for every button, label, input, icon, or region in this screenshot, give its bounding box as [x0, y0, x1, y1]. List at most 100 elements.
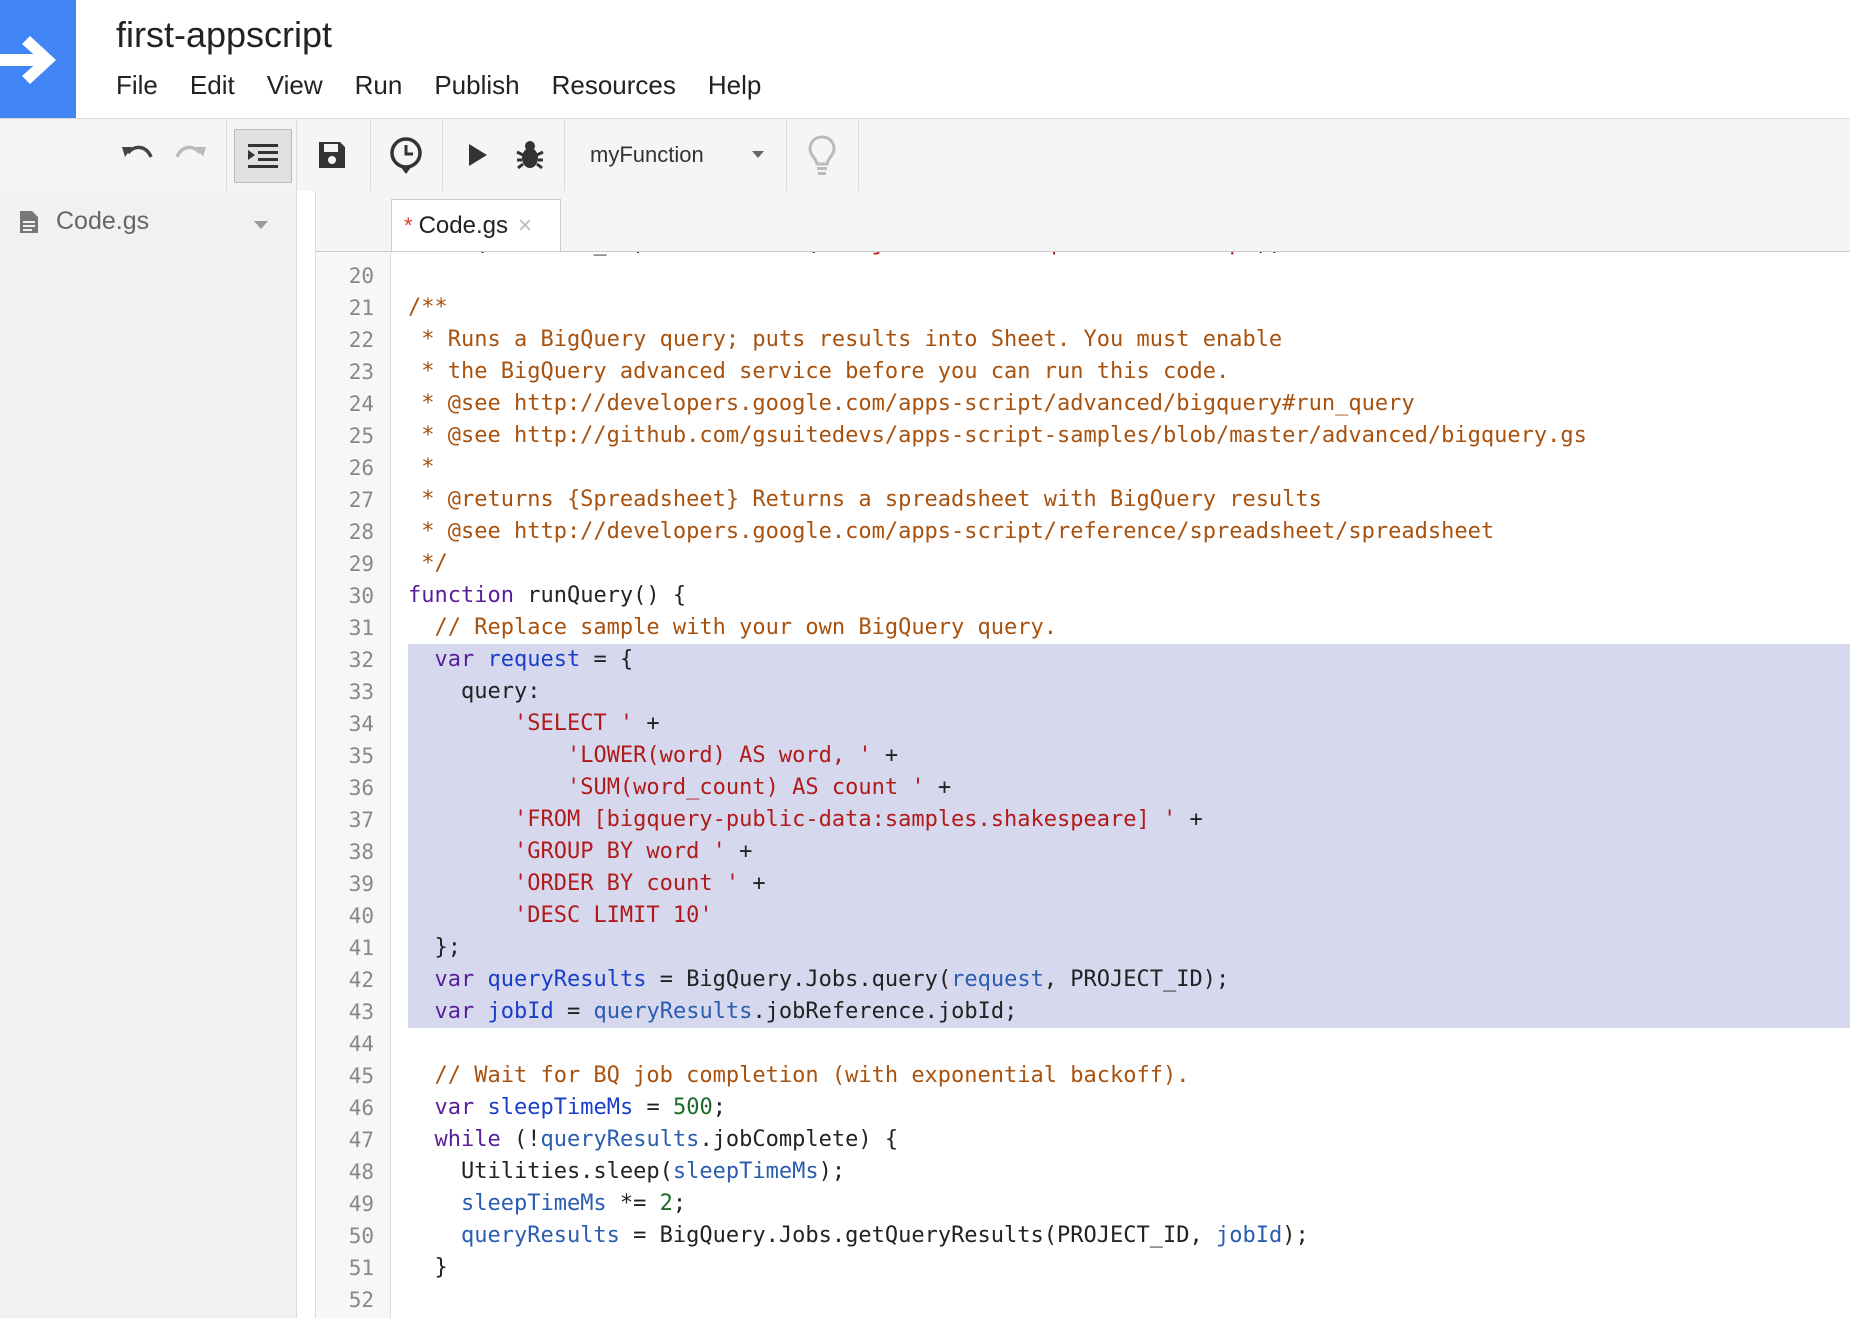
apps-script-logo[interactable]: [0, 0, 76, 118]
line-code: 'ORDER BY count ' +: [513, 871, 766, 896]
code-line[interactable]: 51 }: [316, 1252, 1850, 1284]
redo-icon: [175, 145, 206, 158]
menu-view[interactable]: View: [267, 70, 323, 101]
code-line[interactable]: 45 // Wait for BQ job completion (with e…: [316, 1060, 1850, 1092]
menu-file[interactable]: File: [116, 70, 158, 101]
file-menu-chevron-icon[interactable]: [254, 221, 268, 229]
line-code: 'FROM [bigquery-public-data:samples.shak…: [513, 807, 1203, 832]
code-line[interactable]: 19 if (!PROJECT_ID) throw Error('Project…: [316, 252, 1850, 260]
code-line[interactable]: 35 'LOWER(word) AS word, ' +: [316, 740, 1850, 772]
code-line[interactable]: 23 * the BigQuery advanced service befor…: [316, 356, 1850, 388]
menu-publish[interactable]: Publish: [434, 70, 519, 101]
save-button[interactable]: [304, 119, 360, 191]
file-list-item[interactable]: Code.gs: [18, 207, 268, 236]
line-number: 26: [348, 456, 374, 480]
line-number: 30: [348, 584, 374, 608]
code-lines: 19 if (!PROJECT_ID) throw Error('Project…: [316, 252, 1850, 1316]
chevron-down-icon: [752, 151, 764, 158]
code-line[interactable]: 24 * @see http://developers.google.com/a…: [316, 388, 1850, 420]
code-line[interactable]: 28 * @see http://developers.google.com/a…: [316, 516, 1850, 548]
line-code: * the BigQuery advanced service before y…: [408, 359, 1230, 384]
indent-button[interactable]: [234, 129, 292, 183]
menu-edit[interactable]: Edit: [190, 70, 235, 101]
lightbulb-icon: [808, 135, 836, 175]
bug-icon: [516, 141, 544, 170]
line-code: var queryResults = BigQuery.Jobs.query(r…: [434, 967, 1230, 992]
code-line[interactable]: 46 var sleepTimeMs = 500;: [316, 1092, 1850, 1124]
code-line[interactable]: 42 var queryResults = BigQuery.Jobs.quer…: [316, 964, 1850, 996]
function-select[interactable]: myFunction: [566, 119, 786, 191]
code-line[interactable]: 22 * Runs a BigQuery query; puts results…: [316, 324, 1850, 356]
code-line[interactable]: 31 // Replace sample with your own BigQu…: [316, 612, 1850, 644]
tab-label: Code.gs: [418, 211, 508, 239]
line-code: /**: [408, 295, 448, 320]
code-line[interactable]: 48 Utilities.sleep(sleepTimeMs);: [316, 1156, 1850, 1188]
code-line[interactable]: 20: [316, 260, 1850, 292]
line-number: 40: [348, 904, 374, 928]
file-sidebar: Code.gs: [0, 191, 297, 1318]
line-number: 19: [316, 252, 374, 260]
code-line[interactable]: 26 *: [316, 452, 1850, 484]
code-line[interactable]: 36 'SUM(word_count) AS count ' +: [316, 772, 1850, 804]
menu-run[interactable]: Run: [355, 70, 403, 101]
code-line[interactable]: 25 * @see http://github.com/gsuitedevs/a…: [316, 420, 1850, 452]
menu-help[interactable]: Help: [708, 70, 761, 101]
code-line[interactable]: 50 queryResults = BigQuery.Jobs.getQuery…: [316, 1220, 1850, 1252]
toolbar: myFunction: [0, 118, 1850, 192]
line-number: 28: [348, 520, 374, 544]
line-number: 51: [348, 1256, 374, 1280]
code-line[interactable]: 39 'ORDER BY count ' +: [316, 868, 1850, 900]
code-line[interactable]: 52: [316, 1284, 1850, 1316]
indent-icon: [248, 144, 278, 168]
project-title[interactable]: first-appscript: [116, 14, 332, 56]
code-line[interactable]: 49 sleepTimeMs *= 2;: [316, 1188, 1850, 1220]
code-line[interactable]: 37 'FROM [bigquery-public-data:samples.s…: [316, 804, 1850, 836]
file-name: Code.gs: [56, 207, 150, 235]
line-code: // Replace sample with your own BigQuery…: [408, 615, 1058, 640]
line-code: while (!queryResults.jobComplete) {: [434, 1127, 899, 1152]
code-line[interactable]: 29 */: [316, 548, 1850, 580]
line-number: 33: [348, 680, 374, 704]
line-number: 45: [348, 1064, 374, 1088]
code-line[interactable]: 33 query:: [316, 676, 1850, 708]
menu-resources[interactable]: Resources: [552, 70, 676, 101]
code-line[interactable]: 32 var request = {: [316, 644, 1850, 676]
code-line[interactable]: 34 'SELECT ' +: [316, 708, 1850, 740]
code-line[interactable]: 47 while (!queryResults.jobComplete) {: [316, 1124, 1850, 1156]
run-button[interactable]: [456, 119, 500, 191]
undo-icon: [122, 145, 153, 158]
line-code: * @see http://developers.google.com/apps…: [408, 391, 1415, 416]
function-select-value: myFunction: [590, 142, 704, 167]
line-code: 'SUM(word_count) AS count ' +: [566, 775, 952, 800]
line-number: 46: [348, 1096, 374, 1120]
triggers-button[interactable]: [378, 119, 434, 191]
code-line[interactable]: 40 'DESC LIMIT 10': [316, 900, 1850, 932]
arrow-right-icon: [0, 36, 56, 84]
code-line[interactable]: 44: [316, 1028, 1850, 1060]
code-line[interactable]: 21 /**: [316, 292, 1850, 324]
line-code: var sleepTimeMs = 500;: [434, 1095, 726, 1120]
code-line[interactable]: 38 'GROUP BY word ' +: [316, 836, 1850, 868]
line-number: 25: [348, 424, 374, 448]
line-number: 43: [348, 1000, 374, 1024]
selection-highlight: [408, 932, 1850, 964]
clock-trigger-icon: [390, 137, 422, 174]
line-number: 44: [348, 1032, 374, 1056]
code-line[interactable]: 30 function runQuery() {: [316, 580, 1850, 612]
document-icon: [20, 210, 38, 233]
line-code: 'GROUP BY word ' +: [513, 839, 753, 864]
code-line[interactable]: 27 * @returns {Spreadsheet} Returns a sp…: [316, 484, 1850, 516]
code-line[interactable]: 43 var jobId = queryResults.jobReference…: [316, 996, 1850, 1028]
line-number: 47: [348, 1128, 374, 1152]
debug-button[interactable]: [506, 119, 554, 191]
code-editor[interactable]: 19 if (!PROJECT_ID) throw Error('Project…: [316, 252, 1850, 1318]
undo-button[interactable]: [112, 119, 162, 191]
tab-code-gs[interactable]: * Code.gs ×: [391, 199, 561, 251]
save-icon: [319, 142, 345, 168]
close-icon[interactable]: ×: [518, 212, 532, 240]
line-number: 48: [348, 1160, 374, 1184]
sidebar-divider[interactable]: [297, 191, 316, 1318]
code-line[interactable]: 41 };: [316, 932, 1850, 964]
redo-button[interactable]: [166, 119, 216, 191]
lightbulb-button[interactable]: [794, 119, 850, 191]
